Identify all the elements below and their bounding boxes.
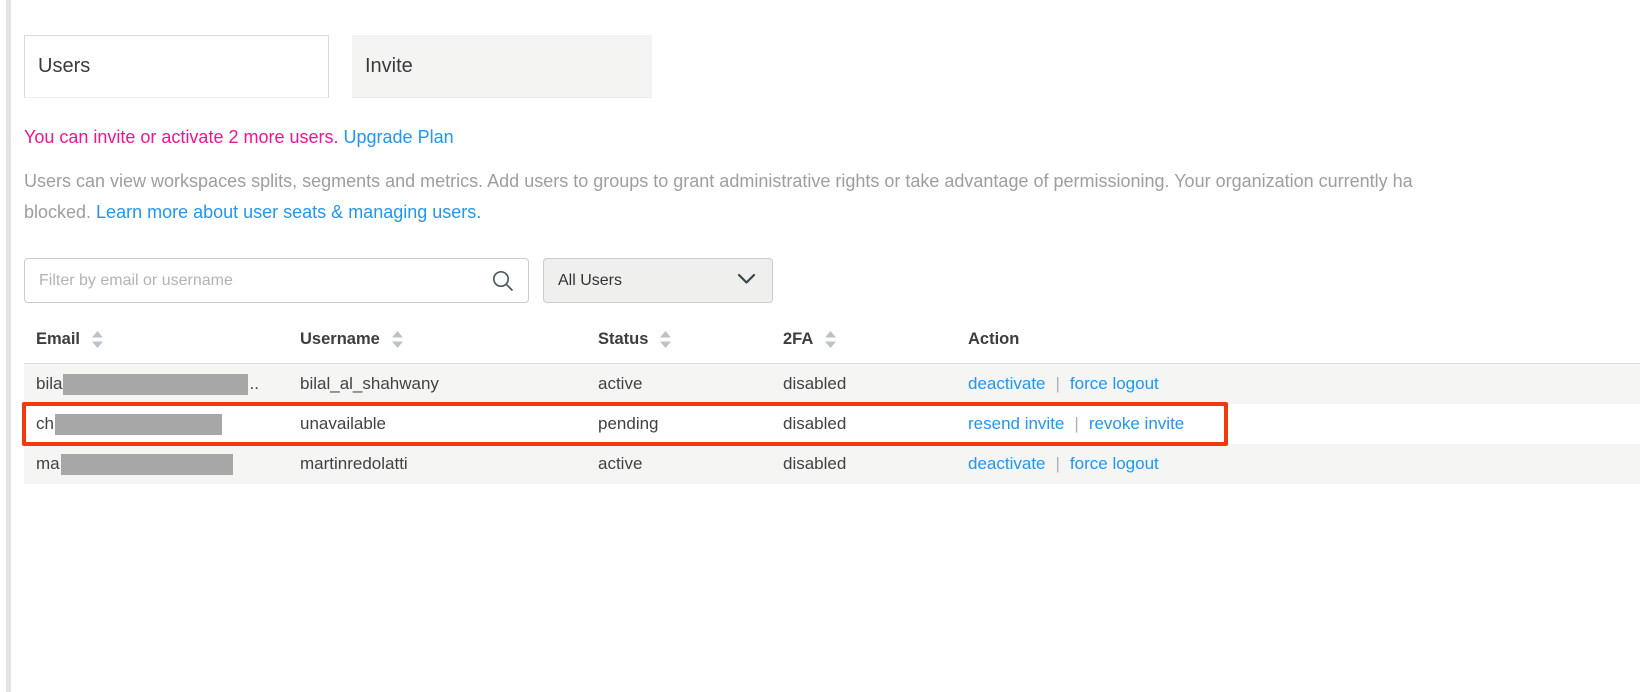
- email-text: bila: [36, 374, 62, 394]
- resend-invite-link[interactable]: resend invite: [968, 414, 1064, 434]
- action-separator: [1056, 454, 1060, 474]
- email-cell: ma: [36, 444, 234, 484]
- sort-icon[interactable]: [825, 331, 836, 348]
- username-cell: unavailable: [300, 404, 386, 444]
- users-description-line2: blocked. Learn more about user seats & m…: [24, 197, 1640, 228]
- users-description-line1: Users can view workspaces splits, segmen…: [24, 166, 1640, 197]
- username-cell: martinredolatti: [300, 444, 408, 484]
- status-cell: pending: [598, 404, 659, 444]
- users-description: Users can view workspaces splits, segmen…: [24, 166, 1640, 228]
- table-row: ma martinredolatti active disabled deact…: [24, 444, 1640, 484]
- column-header-email-label: Email: [36, 330, 80, 349]
- column-header-status: Status: [598, 330, 671, 349]
- page-left-edge-strip: [6, 0, 11, 692]
- email-cell: bila..: [36, 364, 259, 404]
- action-cell: deactivate force logout: [968, 444, 1159, 484]
- column-header-action: Action: [968, 330, 1019, 349]
- users-table-header: Email Username Status 2FA Action: [24, 322, 1640, 364]
- search-icon: [491, 269, 515, 293]
- action-cell: resend invite revoke invite: [968, 404, 1184, 444]
- status-cell: active: [598, 444, 642, 484]
- filter-input[interactable]: [25, 259, 491, 302]
- upgrade-plan-link[interactable]: Upgrade Plan: [344, 127, 454, 147]
- action-separator: [1056, 374, 1060, 394]
- tab-invite[interactable]: Invite: [352, 35, 652, 98]
- column-header-email: Email: [36, 330, 103, 349]
- column-header-status-label: Status: [598, 330, 648, 349]
- username-cell: bilal_al_shahwany: [300, 364, 439, 404]
- learn-more-link[interactable]: Learn more about user seats & managing u…: [96, 202, 481, 222]
- tab-users[interactable]: Users: [24, 35, 329, 98]
- action-cell: deactivate force logout: [968, 364, 1159, 404]
- tab-users-label: Users: [38, 55, 90, 78]
- seats-notice: You can invite or activate 2 more users.…: [24, 124, 454, 150]
- email-ellipsis: ..: [249, 374, 258, 394]
- sort-icon[interactable]: [392, 331, 403, 348]
- column-header-username-label: Username: [300, 330, 380, 349]
- status-cell: active: [598, 364, 642, 404]
- sort-icon[interactable]: [92, 331, 103, 348]
- email-text: ma: [36, 454, 60, 474]
- table-row: ch unavailable pending disabled resend i…: [24, 404, 1640, 444]
- redaction-box: [63, 374, 248, 395]
- email-cell: ch: [36, 404, 223, 444]
- chevron-down-icon: [737, 272, 756, 290]
- tab-invite-label: Invite: [365, 55, 413, 78]
- users-description-line2-text: blocked.: [24, 202, 96, 222]
- users-table: Email Username Status 2FA Action: [24, 322, 1640, 484]
- force-logout-link[interactable]: force logout: [1070, 374, 1159, 394]
- user-type-dropdown[interactable]: All Users: [543, 258, 773, 303]
- action-separator: [1074, 414, 1078, 434]
- table-row: bila.. bilal_al_shahwany active disabled…: [24, 364, 1640, 404]
- user-type-dropdown-value: All Users: [558, 272, 622, 290]
- redaction-box: [61, 454, 233, 475]
- twofa-cell: disabled: [783, 444, 846, 484]
- column-header-2fa: 2FA: [783, 330, 836, 349]
- revoke-invite-link[interactable]: revoke invite: [1089, 414, 1184, 434]
- deactivate-link[interactable]: deactivate: [968, 454, 1046, 474]
- column-header-action-label: Action: [968, 330, 1019, 349]
- sort-icon[interactable]: [660, 331, 671, 348]
- email-text: ch: [36, 414, 54, 434]
- deactivate-link[interactable]: deactivate: [968, 374, 1046, 394]
- seats-notice-text: You can invite or activate 2 more users.: [24, 127, 339, 147]
- redaction-box: [55, 414, 222, 435]
- column-header-username: Username: [300, 330, 403, 349]
- force-logout-link[interactable]: force logout: [1070, 454, 1159, 474]
- twofa-cell: disabled: [783, 364, 846, 404]
- filter-input-container: [24, 258, 529, 303]
- twofa-cell: disabled: [783, 404, 846, 444]
- column-header-2fa-label: 2FA: [783, 330, 813, 349]
